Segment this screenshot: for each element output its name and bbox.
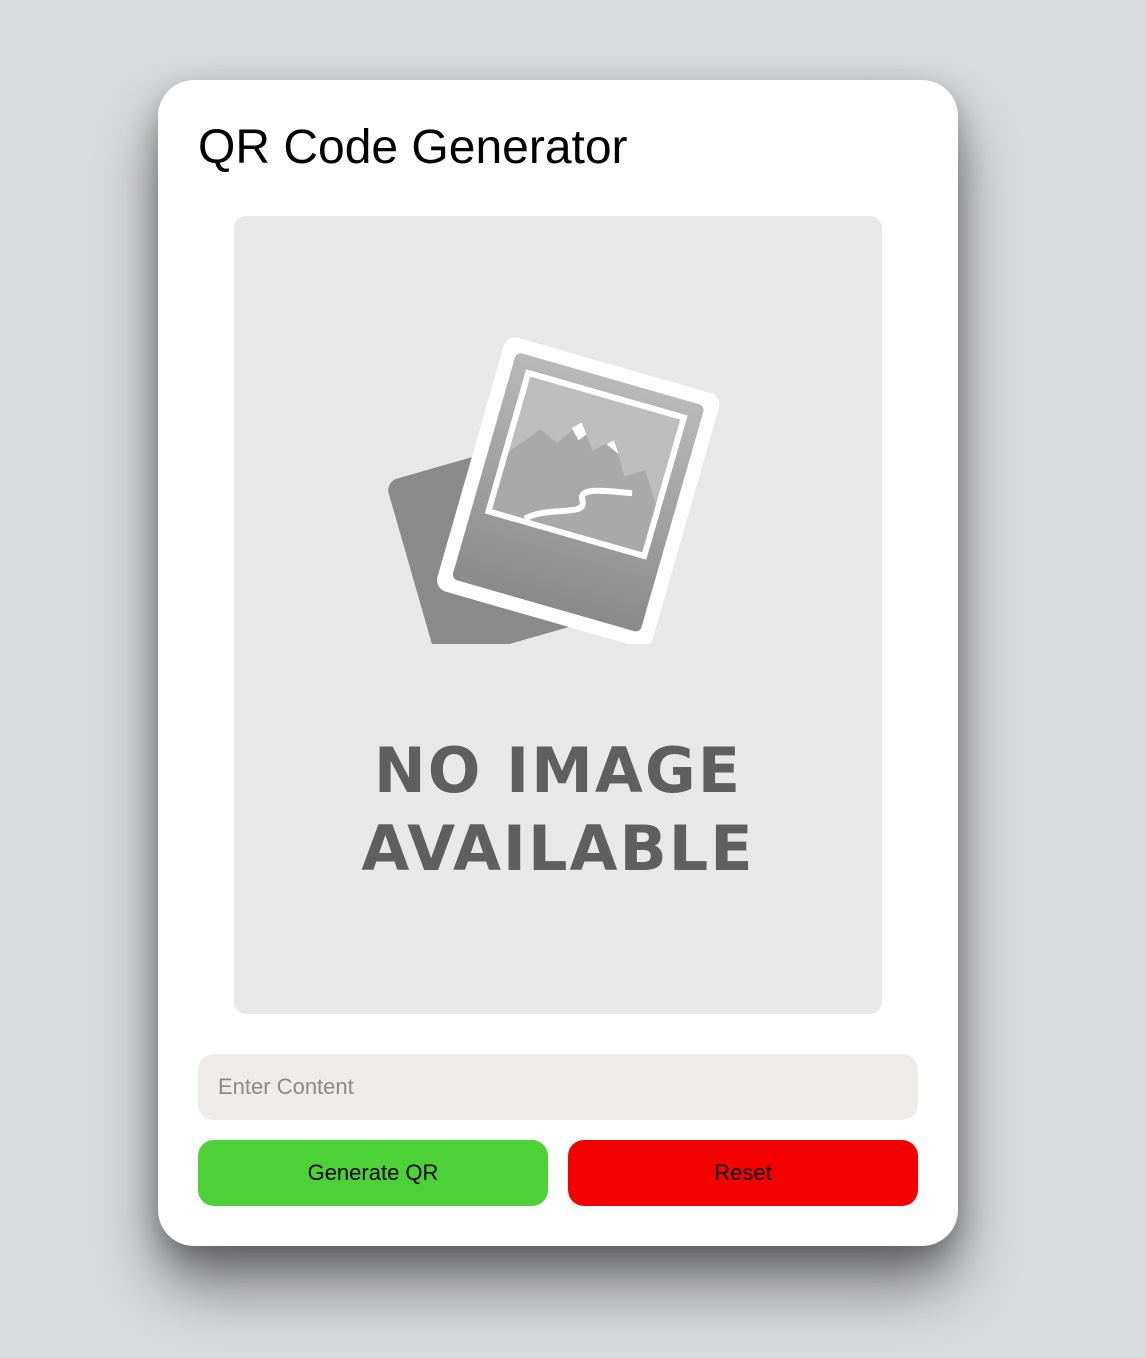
qr-preview-area: NO IMAGE AVAILABLE — [234, 216, 882, 1014]
qr-generator-card: QR Code Generator NO IMAGE AVAILABLE Ent… — [158, 80, 958, 1246]
no-image-text-line1: NO IMAGE — [373, 734, 743, 807]
no-image-text-line2: AVAILABLE — [361, 812, 755, 885]
content-input[interactable] — [198, 1054, 918, 1120]
page-title: QR Code Generator — [198, 121, 628, 174]
no-image-photo-icon — [388, 337, 720, 644]
generate-qr-button[interactable]: Generate QR — [198, 1140, 548, 1206]
reset-button[interactable]: Reset — [568, 1140, 918, 1206]
